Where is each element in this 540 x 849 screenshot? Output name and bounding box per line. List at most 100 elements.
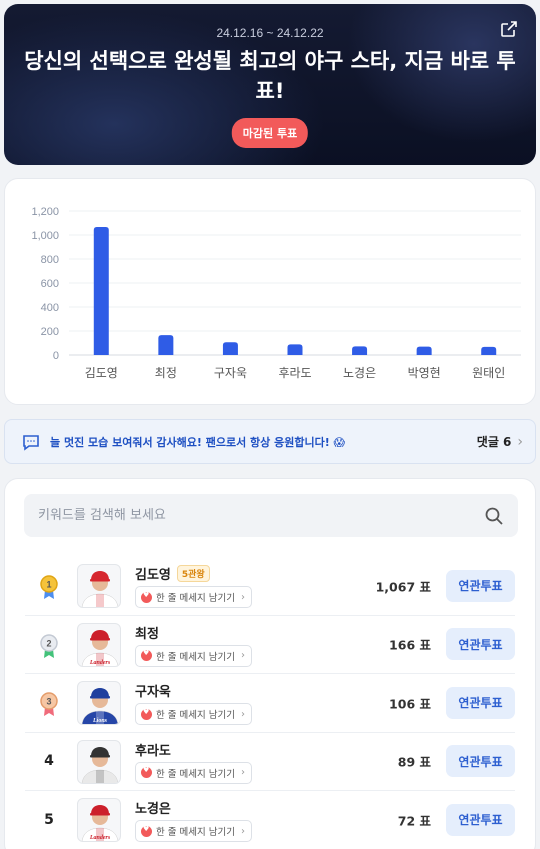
- y-tick-label: 600: [41, 278, 59, 290]
- leave-message-button[interactable]: 한 줄 메세지 남기기 ›: [135, 703, 252, 725]
- x-tick-label: 노경은: [343, 366, 376, 380]
- y-tick-label: 400: [41, 302, 59, 314]
- vote-period: 24.12.16 ~ 24.12.22: [216, 26, 324, 40]
- player-name-wrap: 최정: [135, 623, 159, 642]
- x-tick-label: 최정: [155, 366, 177, 380]
- leave-message-button[interactable]: 한 줄 메세지 남기기 ›: [135, 586, 252, 608]
- player-avatar-icon: [81, 746, 119, 783]
- chevron-right-icon: ›: [240, 650, 245, 661]
- rank-number: 5: [44, 811, 54, 828]
- leave-message-button[interactable]: 한 줄 메세지 남기기 ›: [135, 644, 252, 667]
- ranking-list: 1 김도영 5관왕 한 줄 메세지 남기기 › 1,067 표 연관투표 2: [5, 557, 535, 849]
- related-vote-button[interactable]: 연관투표: [446, 803, 515, 836]
- player-row: 2 Landers 최정 한 줄 메세지 남기기 › 166 표 연관투표: [25, 616, 515, 674]
- player-row: 4 후라도 한 줄 메세지 남기기 › 89 표 연관투표: [25, 733, 515, 791]
- closed-vote-badge: 마감된 투표: [231, 118, 309, 148]
- bronze-medal-icon: 3: [40, 692, 58, 716]
- leave-message-label: 한 줄 메세지 남기기: [156, 710, 235, 721]
- player-name: 후라도: [135, 743, 171, 759]
- vote-count: 106 표: [389, 696, 431, 712]
- heart-icon: [141, 825, 152, 837]
- y-tick-label: 1,200: [31, 206, 59, 218]
- search-icon[interactable]: [484, 506, 504, 526]
- y-tick-label: 0: [53, 350, 59, 362]
- latest-comment: 늘 멋진 모습 보여줘서 감사해요! 팬으로서 항상 응원합니다! 😱: [50, 435, 346, 449]
- chevron-right-icon: ›: [240, 825, 245, 837]
- vote-banner: 24.12.16 ~ 24.12.22 당신의 선택으로 완성될 최고의 야구 …: [4, 4, 536, 165]
- bar-chart: 0 200 400 600 800 1,000 1,200 김도영 최정 구자욱 후라도 노경은 박영현…: [31, 206, 521, 380]
- x-tick-label: 박영현: [408, 366, 441, 380]
- chevron-right-icon: ›: [240, 767, 245, 778]
- x-tick-label: 원태인: [472, 366, 505, 380]
- player-row: 3 Lions 구자욱 한 줄 메세지 남기기 › 106 표 연관투표: [25, 674, 515, 733]
- leave-message-label: 한 줄 메세지 남기기: [156, 593, 235, 604]
- vote-chart: 0 200 400 600 800 1,000 1,200 김도영 최정 구자욱 후라도 노경은 박영현…: [4, 178, 536, 405]
- player-photo: Landers: [77, 798, 121, 842]
- ranking-list-card: 1 김도영 5관왕 한 줄 메세지 남기기 › 1,067 표 연관투표 2: [4, 478, 536, 849]
- x-tick-label: 후라도: [278, 366, 311, 380]
- chart-bar[interactable]: [481, 346, 497, 355]
- vote-count: 1,067 표: [375, 579, 431, 595]
- player-row: 1 김도영 5관왕 한 줄 메세지 남기기 › 1,067 표 연관투표: [25, 557, 515, 616]
- chart-bar[interactable]: [93, 226, 109, 355]
- rank-number: 4: [44, 753, 54, 770]
- player-name-wrap: 김도영 5관왕: [135, 564, 210, 583]
- svg-text:Landers: Landers: [89, 835, 111, 841]
- x-tick-label: 김도영: [85, 366, 118, 380]
- heart-icon: [141, 766, 152, 778]
- gold-medal-icon: 1: [40, 575, 58, 599]
- related-vote-button[interactable]: 연관투표: [446, 569, 515, 602]
- leave-message-button[interactable]: 한 줄 메세지 남기기 ›: [135, 820, 252, 842]
- svg-text:Landers: Landers: [89, 660, 111, 666]
- x-tick-label: 구자욱: [214, 366, 247, 380]
- related-vote-button[interactable]: 연관투표: [446, 686, 515, 719]
- vote-count: 72 표: [397, 813, 431, 829]
- vote-count: 166 표: [389, 637, 431, 653]
- chart-bar[interactable]: [352, 346, 368, 355]
- leave-message-label: 한 줄 메세지 남기기: [156, 768, 235, 780]
- player-photo: [77, 739, 121, 784]
- player-name: 김도영: [135, 568, 171, 583]
- chart-bar[interactable]: [416, 346, 432, 355]
- share-icon[interactable]: [500, 20, 518, 38]
- y-tick-label: 200: [41, 326, 59, 338]
- leave-message-button[interactable]: 한 줄 메세지 남기기 ›: [135, 761, 252, 784]
- svg-text:1: 1: [46, 580, 51, 590]
- player-avatar-icon: [81, 571, 119, 607]
- comment-count[interactable]: 댓글 6: [477, 433, 512, 450]
- heart-icon: [141, 708, 152, 720]
- player-avatar-icon: Landers: [81, 629, 119, 666]
- chat-icon: [23, 434, 39, 451]
- silver-medal-icon: 2: [40, 633, 58, 658]
- player-name-wrap: 구자욱: [135, 681, 171, 700]
- player-avatar-icon: Lions: [81, 688, 119, 724]
- chart-bar[interactable]: [287, 344, 303, 355]
- player-name: 노경은: [135, 802, 171, 817]
- player-avatar-icon: Landers: [81, 805, 119, 841]
- chart-bar[interactable]: [222, 342, 238, 355]
- related-vote-button[interactable]: 연관투표: [446, 628, 515, 661]
- svg-text:Lions: Lions: [92, 718, 108, 724]
- player-row: 5 Landers 노경은 한 줄 메세지 남기기 › 72 표 연관투표: [25, 791, 515, 849]
- search-input[interactable]: [38, 508, 484, 523]
- chevron-right-icon: ›: [517, 433, 523, 450]
- related-vote-button[interactable]: 연관투표: [446, 745, 515, 778]
- player-name: 최정: [135, 626, 159, 642]
- y-tick-label: 1,000: [31, 230, 59, 242]
- player-photo: Lions: [77, 681, 121, 725]
- banner-title: 당신의 선택으로 완성될 최고의 야구 스타, 지금 바로 투표!: [24, 49, 516, 103]
- comment-bar[interactable]: 늘 멋진 모습 보여줘서 감사해요! 팬으로서 항상 응원합니다! 😱 댓글 6…: [4, 419, 536, 464]
- y-tick-label: 800: [41, 254, 59, 266]
- search-bar: [24, 494, 518, 537]
- player-name-wrap: 후라도: [135, 740, 171, 759]
- player-name: 구자욱: [135, 685, 171, 700]
- player-photo: Landers: [77, 622, 121, 667]
- svg-text:3: 3: [46, 697, 51, 707]
- leave-message-label: 한 줄 메세지 남기기: [156, 651, 235, 663]
- leave-message-label: 한 줄 메세지 남기기: [156, 827, 235, 838]
- svg-text:2: 2: [46, 638, 51, 648]
- vote-count: 89 표: [397, 754, 431, 770]
- heart-icon: [141, 591, 152, 603]
- chart-bar[interactable]: [158, 335, 174, 355]
- chevron-right-icon: ›: [240, 591, 245, 603]
